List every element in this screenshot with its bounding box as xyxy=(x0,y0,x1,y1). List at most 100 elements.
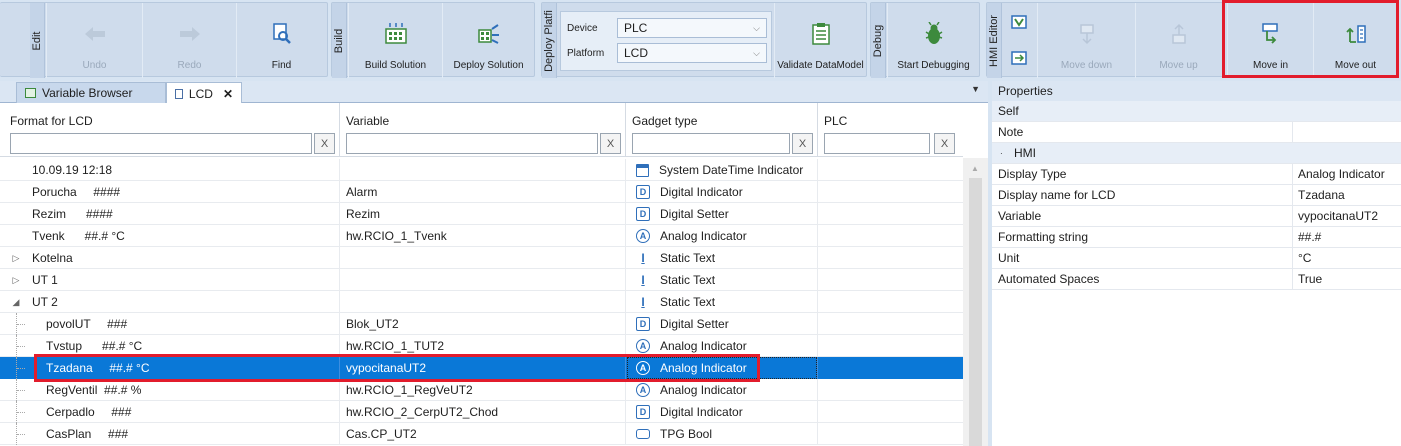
variable-cell[interactable] xyxy=(340,159,626,181)
close-icon[interactable]: ✕ xyxy=(223,87,233,101)
format-cell[interactable]: povolUT ### xyxy=(0,313,340,335)
scroll-thumb[interactable] xyxy=(969,178,982,446)
variable-cell[interactable]: hw.RCIO_1_RegVeUT2 xyxy=(340,379,626,401)
property-value[interactable]: ##.# xyxy=(1298,230,1321,244)
variable-cell[interactable] xyxy=(340,269,626,291)
undo-button[interactable]: Undo xyxy=(46,3,142,78)
format-filter-input[interactable] xyxy=(10,133,312,154)
property-row[interactable]: Formatting string ##.# xyxy=(992,227,1401,248)
plc-cell[interactable] xyxy=(818,357,963,379)
plc-cell[interactable] xyxy=(818,313,963,335)
property-row[interactable]: Automated Spaces True xyxy=(992,269,1401,290)
find-button[interactable]: Find xyxy=(236,3,326,78)
variable-cell[interactable]: hw.RCIO_2_CerpUT2_Chod xyxy=(340,401,626,423)
plc-cell[interactable] xyxy=(818,159,963,181)
format-cell[interactable]: Porucha #### xyxy=(0,181,340,203)
property-row[interactable]: Unit °C xyxy=(992,248,1401,269)
device-dropdown[interactable]: PLC ⌵ xyxy=(617,18,767,38)
gadget-type-cell[interactable]: D Digital Setter xyxy=(626,313,818,335)
scroll-up-icon[interactable]: ▲ xyxy=(971,164,979,173)
build-solution-button[interactable]: Build Solution xyxy=(348,3,442,78)
variable-cell[interactable]: Rezim xyxy=(340,203,626,225)
table-row[interactable]: Porucha #### Alarm D Digital Indicator xyxy=(0,181,963,203)
format-cell[interactable]: Cerpadlo ### xyxy=(0,401,340,423)
plc-filter-input[interactable] xyxy=(824,133,930,154)
property-value[interactable]: Analog Indicator xyxy=(1298,167,1385,181)
property-value[interactable]: Tzadana xyxy=(1298,188,1345,202)
column-plc[interactable]: PLC X xyxy=(818,103,963,157)
gadget-type-cell[interactable]: TPG Bool xyxy=(626,423,818,445)
property-value[interactable]: °C xyxy=(1298,251,1311,265)
format-cell[interactable]: UT 1 xyxy=(0,269,340,291)
validate-datamodel-button[interactable]: Validate DataModel xyxy=(774,3,866,78)
gadget-type-cell[interactable]: D Digital Indicator xyxy=(626,181,818,203)
plc-cell[interactable] xyxy=(818,181,963,203)
gadget-type-cell[interactable]: I Static Text xyxy=(626,269,818,291)
tab-lcd[interactable]: LCD ✕ xyxy=(166,82,242,104)
column-format-for-lcd[interactable]: Format for LCD X xyxy=(0,103,340,157)
column-gadget-type[interactable]: Gadget type X xyxy=(626,103,818,157)
table-row[interactable]: 10.09.19 12:18 System DateTime Indicator xyxy=(0,159,963,181)
vertical-scrollbar[interactable]: ▲ xyxy=(963,158,988,446)
redo-button[interactable]: Redo xyxy=(142,3,236,78)
format-cell[interactable]: Rezim #### xyxy=(0,203,340,225)
plc-cell[interactable] xyxy=(818,379,963,401)
variable-cell[interactable] xyxy=(340,247,626,269)
tab-menu-icon[interactable]: ▼ xyxy=(971,84,980,94)
variable-filter-input[interactable] xyxy=(346,133,598,154)
property-row[interactable]: Variable vypocitanaUT2 xyxy=(992,206,1401,227)
clear-filter-button[interactable]: X xyxy=(792,133,813,154)
format-cell[interactable]: RegVentil ##.# % xyxy=(0,379,340,401)
property-value[interactable]: vypocitanaUT2 xyxy=(1298,209,1378,223)
table-row[interactable]: Rezim #### Rezim D Digital Setter xyxy=(0,203,963,225)
gadget-type-cell[interactable]: D Digital Setter xyxy=(626,203,818,225)
format-cell[interactable]: UT 2 xyxy=(0,291,340,313)
property-row[interactable]: Display name for LCD Tzadana xyxy=(992,185,1401,206)
clear-filter-button[interactable]: X xyxy=(934,133,955,154)
property-row[interactable]: Note xyxy=(992,122,1401,143)
gadget-type-cell[interactable]: A Analog Indicator xyxy=(626,225,818,247)
variable-cell[interactable]: Blok_UT2 xyxy=(340,313,626,335)
hmi-view-button[interactable] xyxy=(1005,5,1033,39)
property-row[interactable]: Display Type Analog Indicator xyxy=(992,164,1401,185)
plc-cell[interactable] xyxy=(818,203,963,225)
gadget-filter-input[interactable] xyxy=(632,133,790,154)
plc-cell[interactable] xyxy=(818,225,963,247)
plc-cell[interactable] xyxy=(818,269,963,291)
gadget-type-cell[interactable]: I Static Text xyxy=(626,291,818,313)
move-down-button[interactable]: Move down xyxy=(1037,3,1135,78)
plc-cell[interactable] xyxy=(818,423,963,445)
format-cell[interactable]: Tvenk ##.# °C xyxy=(0,225,340,247)
table-row[interactable]: Tvenk ##.# °C hw.RCIO_1_Tvenk A Analog Indi… xyxy=(0,225,963,247)
column-variable[interactable]: Variable X xyxy=(340,103,626,157)
hmi-edit-button[interactable] xyxy=(1005,41,1033,75)
property-section[interactable]: · HMI xyxy=(992,143,1401,164)
property-section[interactable]: Self xyxy=(992,101,1401,122)
variable-cell[interactable]: Cas.CP_UT2 xyxy=(340,423,626,445)
variable-cell[interactable]: Alarm xyxy=(340,181,626,203)
table-row[interactable]: povolUT ### Blok_UT2 D Digital Setter xyxy=(0,313,963,335)
clear-filter-button[interactable]: X xyxy=(314,133,335,154)
plc-cell[interactable] xyxy=(818,291,963,313)
platform-dropdown[interactable]: LCD ⌵ xyxy=(617,43,767,63)
gadget-type-cell[interactable]: D Digital Indicator xyxy=(626,401,818,423)
variable-cell[interactable] xyxy=(340,291,626,313)
table-row[interactable]: CasPlan ### Cas.CP_UT2 TPG Bool xyxy=(0,423,963,445)
table-row[interactable]: RegVentil ##.# % hw.RCIO_1_RegVeUT2 A Analo… xyxy=(0,379,963,401)
format-cell[interactable]: 10.09.19 12:18 xyxy=(0,159,340,181)
tab-variable-browser[interactable]: Variable Browser xyxy=(16,82,166,103)
gadget-type-cell[interactable]: I Static Text xyxy=(626,247,818,269)
table-row[interactable]: ▷ Kotelna I Static Text xyxy=(0,247,963,269)
property-value[interactable]: True xyxy=(1298,272,1322,286)
clear-filter-button[interactable]: X xyxy=(600,133,621,154)
plc-cell[interactable] xyxy=(818,335,963,357)
format-cell[interactable]: Kotelna xyxy=(0,247,340,269)
plc-cell[interactable] xyxy=(818,401,963,423)
table-row[interactable]: Cerpadlo ### hw.RCIO_2_CerpUT2_Chod D Digit… xyxy=(0,401,963,423)
move-up-button[interactable]: Move up xyxy=(1135,3,1221,78)
start-debugging-button[interactable]: Start Debugging xyxy=(887,3,979,78)
table-row[interactable]: ◢ UT 2 I Static Text xyxy=(0,291,963,313)
format-cell[interactable]: CasPlan ### xyxy=(0,423,340,445)
gadget-type-cell[interactable]: A Analog Indicator xyxy=(626,379,818,401)
variable-cell[interactable]: hw.RCIO_1_Tvenk xyxy=(340,225,626,247)
